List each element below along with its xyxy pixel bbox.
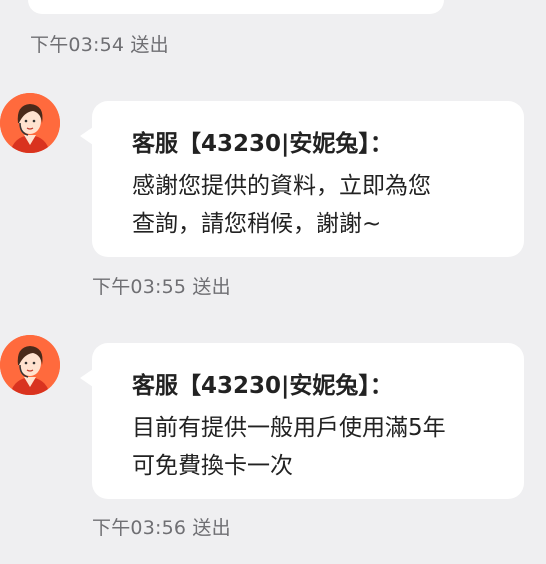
message-text-line: 感謝您提供的資料，立即為您 — [132, 173, 431, 199]
bubble-tail — [80, 369, 93, 387]
message-timestamp: 下午03:54 送出 — [30, 34, 169, 56]
message-text-line: 目前有提供一般用戶使用滿5年 — [132, 415, 446, 441]
received-message-bubble: 客服【43230|安妮兔】： 目前有提供一般用戶使用滿5年 可免費換卡一次 — [80, 343, 524, 499]
bubble-tail — [80, 127, 93, 145]
sent-message-bubble — [28, 0, 444, 14]
message-timestamp: 下午03:56 送出 — [92, 517, 231, 539]
agent-avatar-icon[interactable] — [0, 335, 60, 395]
sender-name: 客服【43230|安妮兔】： — [132, 373, 393, 399]
message-text-line: 查詢，請您稍候，謝謝~ — [132, 211, 382, 237]
message-timestamp: 下午03:55 送出 — [92, 276, 231, 298]
agent-avatar-icon[interactable] — [0, 93, 60, 153]
received-message-bubble: 客服【43230|安妮兔】： 感謝您提供的資料，立即為您 查詢，請您稍候，謝謝~ — [80, 101, 524, 257]
message-text-line: 可免費換卡一次 — [132, 453, 293, 479]
sender-name: 客服【43230|安妮兔】： — [132, 131, 393, 157]
